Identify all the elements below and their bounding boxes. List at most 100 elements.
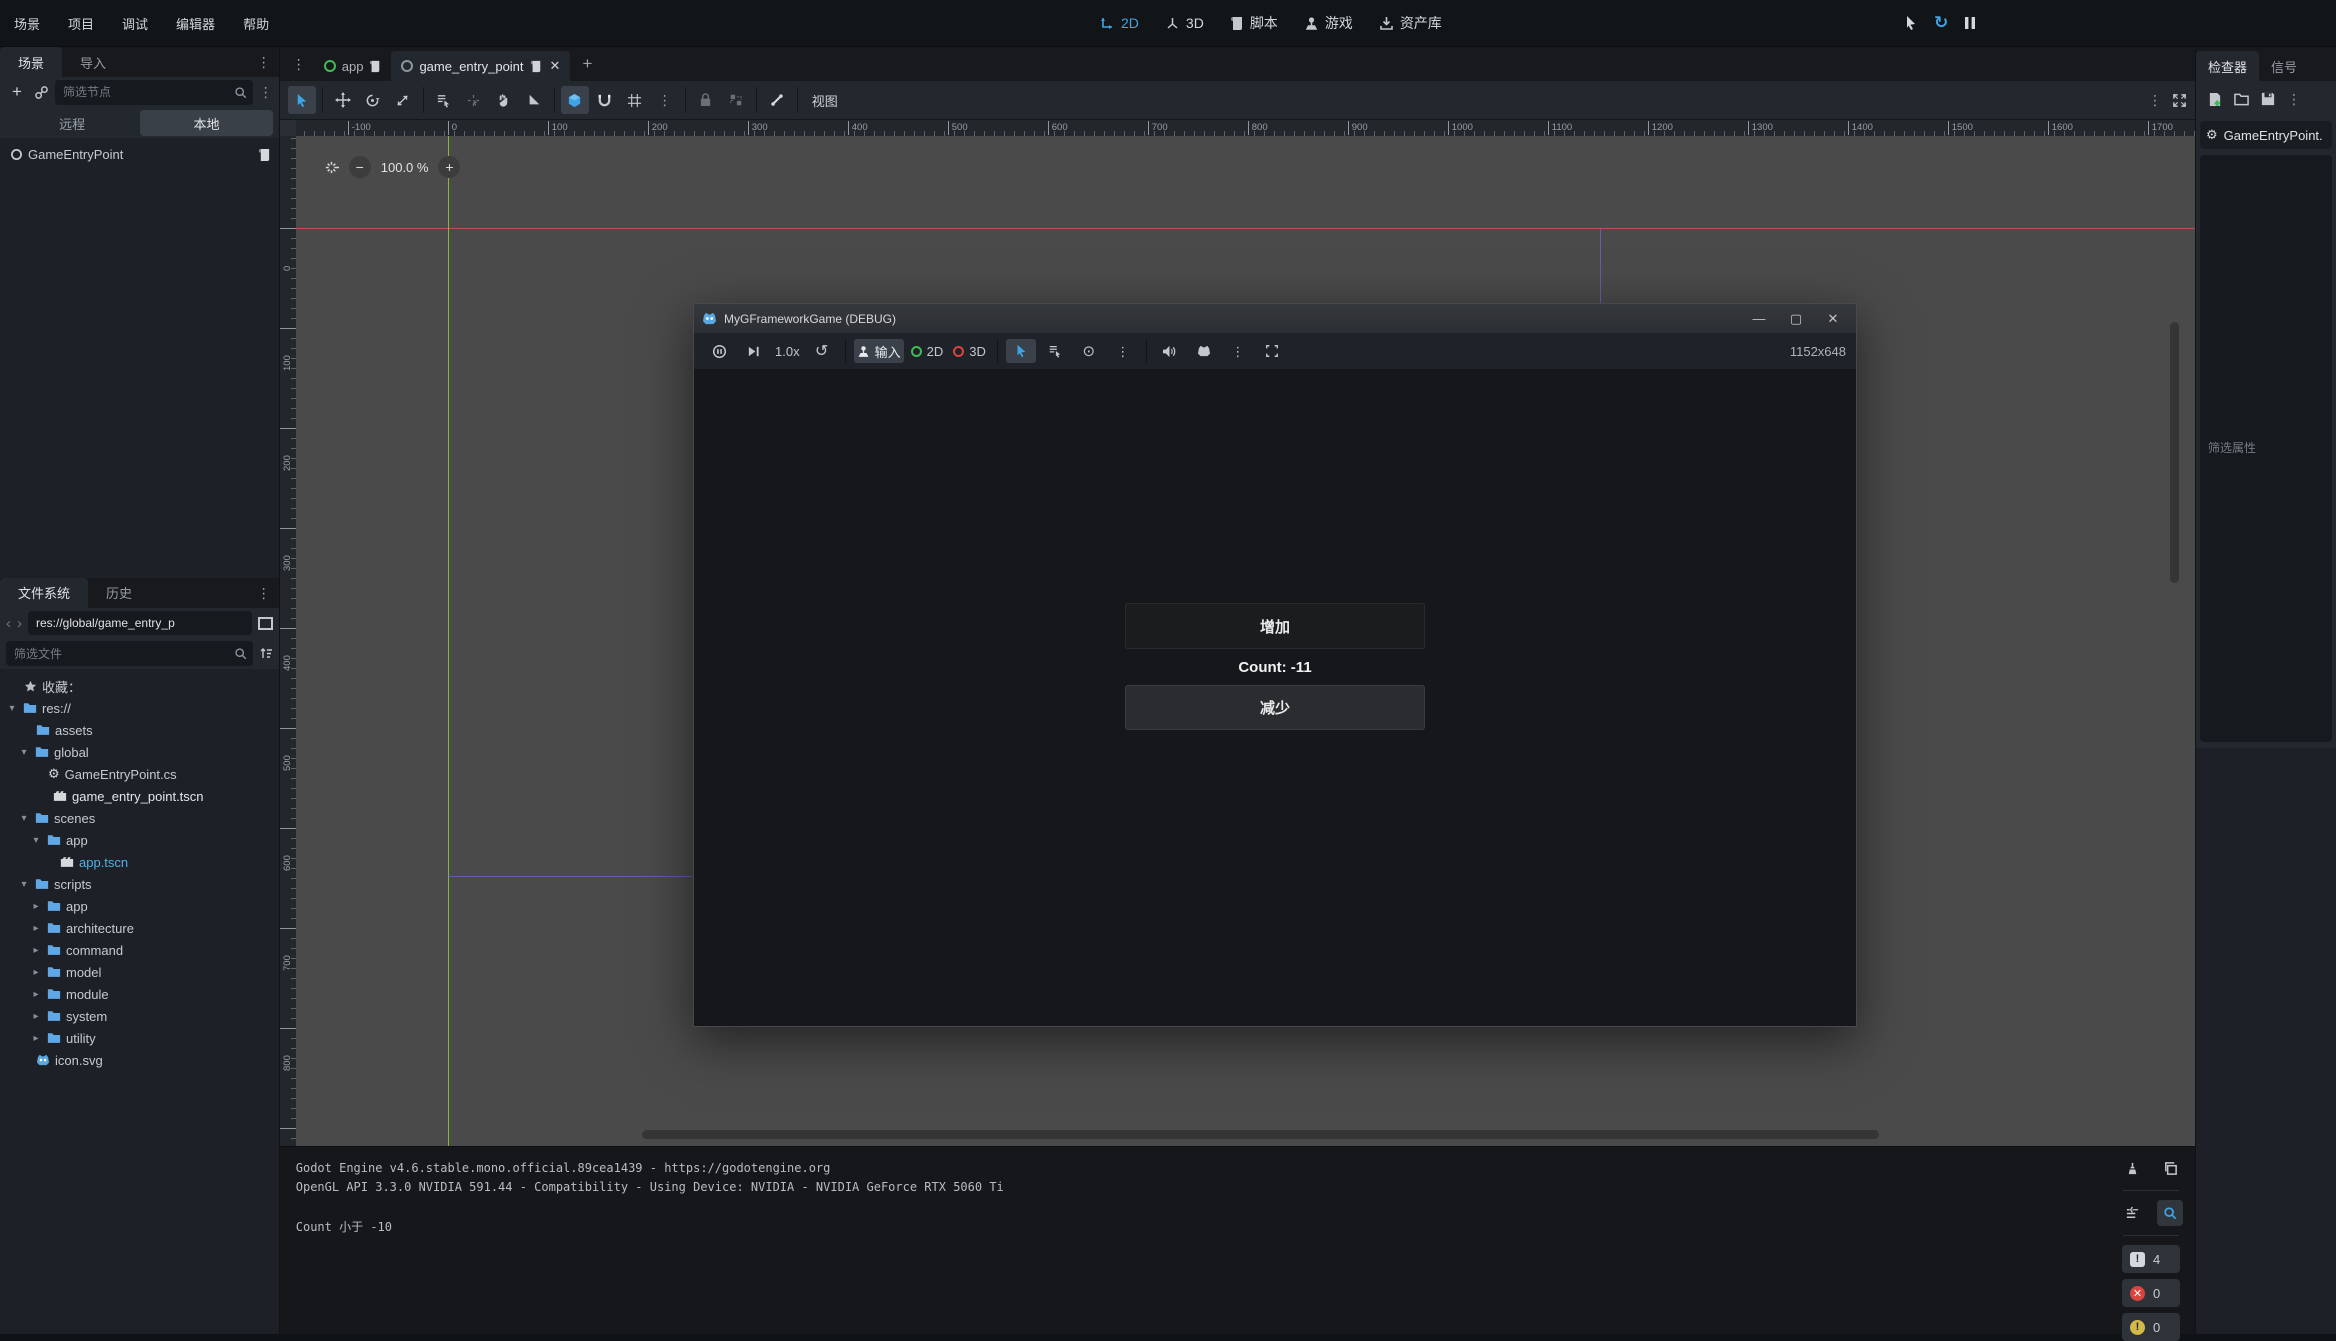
next-frame-button[interactable]	[738, 339, 768, 363]
clear-output-button[interactable]	[2119, 1155, 2145, 1181]
workspace-game-button[interactable]: 游戏	[1304, 13, 1353, 33]
vertical-scrollbar[interactable]	[2170, 322, 2179, 583]
chevron-down-icon[interactable]: ▾	[18, 813, 30, 824]
debug-menu-icon[interactable]: ⋮	[1223, 339, 1253, 363]
copy-output-button[interactable]	[2157, 1155, 2183, 1181]
close-tab-icon[interactable]: ✕	[550, 58, 561, 74]
filter-files-input[interactable]	[12, 646, 234, 662]
fs-item-module[interactable]: ▸ module	[0, 983, 279, 1005]
game-select-cursor-button[interactable]	[1902, 15, 1918, 31]
position-select-button[interactable]	[460, 86, 488, 114]
fs-item-scenes[interactable]: ▾ scenes	[0, 807, 279, 829]
ruler-tool-button[interactable]	[520, 86, 548, 114]
tab-import[interactable]: 导入	[62, 47, 124, 77]
instance-scene-link-button[interactable]	[34, 85, 49, 100]
embed-window-icon[interactable]	[1257, 339, 1287, 363]
runtime-select-tool-button[interactable]	[1006, 339, 1036, 363]
split-view-icon[interactable]	[258, 617, 273, 630]
suspend-game-button[interactable]	[704, 339, 734, 363]
menu-help[interactable]: 帮助	[229, 0, 283, 46]
menu-project[interactable]: 项目	[54, 0, 108, 46]
fs-item-architecture[interactable]: ▸ architecture	[0, 917, 279, 939]
move-tool-button[interactable]	[329, 86, 357, 114]
workspace-script-button[interactable]: 脚本	[1230, 13, 1278, 33]
warnings-badge[interactable]: ! 0	[2122, 1313, 2180, 1341]
input-mode-button[interactable]: 输入	[854, 339, 904, 363]
minimize-window-button[interactable]: —	[1744, 308, 1774, 330]
zoom-out-button[interactable]: −	[349, 156, 371, 178]
mute-audio-button[interactable]	[1155, 339, 1185, 363]
expand-canvas-icon[interactable]	[2172, 93, 2187, 108]
fs-favorites[interactable]: 收藏：	[0, 675, 279, 697]
search-output-button[interactable]	[2157, 1200, 2183, 1226]
inspector-menu-icon[interactable]: ⋮	[2287, 92, 2301, 106]
fs-item-system[interactable]: ▸ system	[0, 1005, 279, 1027]
chevron-right-icon[interactable]: ▸	[30, 967, 42, 978]
fs-item-app-tscn[interactable]: app.tscn	[0, 851, 279, 873]
scene-tab-app[interactable]: app	[314, 51, 392, 81]
workspace-3d-button[interactable]: 3D	[1165, 15, 1204, 31]
fs-item-scripts-app[interactable]: ▸ app	[0, 895, 279, 917]
snap-options-menu-icon[interactable]: ⋮	[651, 86, 679, 114]
chevron-right-icon[interactable]: ▸	[30, 1011, 42, 1022]
tab-history[interactable]: 历史	[88, 578, 150, 608]
center-view-icon[interactable]	[324, 160, 339, 175]
zoom-percentage[interactable]: 100.0 %	[381, 160, 429, 175]
fs-item-scripts[interactable]: ▾ scripts	[0, 873, 279, 895]
filter-properties-input[interactable]	[2206, 440, 2326, 456]
debug-2d-button[interactable]: 2D	[908, 339, 947, 363]
pan-tool-button[interactable]	[490, 86, 518, 114]
pause-game-button[interactable]	[1964, 16, 1976, 30]
messages-badge[interactable]: ! 4	[2122, 1245, 2180, 1273]
tab-inspector[interactable]: 检查器	[2196, 51, 2259, 81]
fs-item-command[interactable]: ▸ command	[0, 939, 279, 961]
current-path-input[interactable]	[34, 615, 246, 631]
scene-tab-game-entry-point[interactable]: game_entry_point ✕	[391, 51, 570, 81]
smart-snap-button[interactable]	[561, 86, 589, 114]
skeleton-options-button[interactable]	[763, 86, 791, 114]
chevron-down-icon[interactable]: ▾	[30, 835, 42, 846]
chevron-right-icon[interactable]: ▸	[30, 901, 42, 912]
grid-toggle-button[interactable]	[621, 86, 649, 114]
fs-item-model[interactable]: ▸ model	[0, 961, 279, 983]
game-window-titlebar[interactable]: MyGFrameworkGame (DEBUG) — ▢ ✕	[694, 304, 1856, 333]
chevron-right-icon[interactable]: ▸	[30, 945, 42, 956]
inspector-node-selector[interactable]: ⚙ GameEntryPoint.	[2200, 121, 2332, 149]
remote-button[interactable]: 远程	[6, 110, 138, 136]
menu-editor[interactable]: 编辑器	[162, 0, 229, 46]
select-tool-button[interactable]	[288, 86, 316, 114]
menu-scene[interactable]: 场景	[0, 0, 54, 46]
new-resource-icon[interactable]	[2208, 92, 2222, 107]
fs-item-icon-svg[interactable]: icon.svg	[0, 1049, 279, 1071]
debug-options-button[interactable]	[1189, 339, 1219, 363]
new-scene-tab-button[interactable]: +	[570, 54, 604, 74]
local-button[interactable]: 本地	[140, 110, 272, 136]
chevron-down-icon[interactable]: ▾	[18, 747, 30, 758]
camera-options-menu-icon[interactable]: ⋮	[1108, 339, 1138, 363]
chevron-down-icon[interactable]: ▾	[18, 879, 30, 890]
speed-multiplier[interactable]: 1.0x	[772, 339, 803, 363]
scene-tab-list-icon[interactable]: ⋮	[284, 57, 314, 71]
debug-3d-button[interactable]: 3D	[950, 339, 989, 363]
tab-signals[interactable]: 信号	[2259, 51, 2309, 81]
canvas-extra-menu-icon[interactable]: ⋮	[2148, 93, 2162, 107]
tab-scene[interactable]: 场景	[0, 47, 62, 77]
filesystem-dock-menu-icon[interactable]: ⋮	[257, 586, 271, 600]
collapse-duplicates-button[interactable]	[2119, 1200, 2145, 1226]
maximize-window-button[interactable]: ▢	[1781, 308, 1811, 330]
nav-forward-button[interactable]: ›	[17, 615, 22, 632]
fs-item-global[interactable]: ▾ global	[0, 741, 279, 763]
rotate-tool-button[interactable]	[359, 86, 387, 114]
errors-badge[interactable]: ✕ 0	[2122, 1279, 2180, 1307]
scene-tree-menu-icon[interactable]: ⋮	[259, 85, 273, 99]
fs-item-utility[interactable]: ▸ utility	[0, 1027, 279, 1049]
sort-files-icon[interactable]	[259, 647, 273, 660]
fs-item-gameentrypoint-cs[interactable]: ⚙ GameEntryPoint.cs	[0, 763, 279, 785]
close-window-button[interactable]: ✕	[1818, 308, 1848, 330]
fs-item-assets[interactable]: assets	[0, 719, 279, 741]
scene-tree-root-node[interactable]: GameEntryPoint	[0, 142, 279, 167]
menu-debug[interactable]: 调试	[108, 0, 162, 46]
reset-speed-icon[interactable]: ↺	[807, 339, 837, 363]
group-object-button[interactable]	[722, 86, 750, 114]
decrease-button[interactable]: 减少	[1125, 685, 1425, 730]
